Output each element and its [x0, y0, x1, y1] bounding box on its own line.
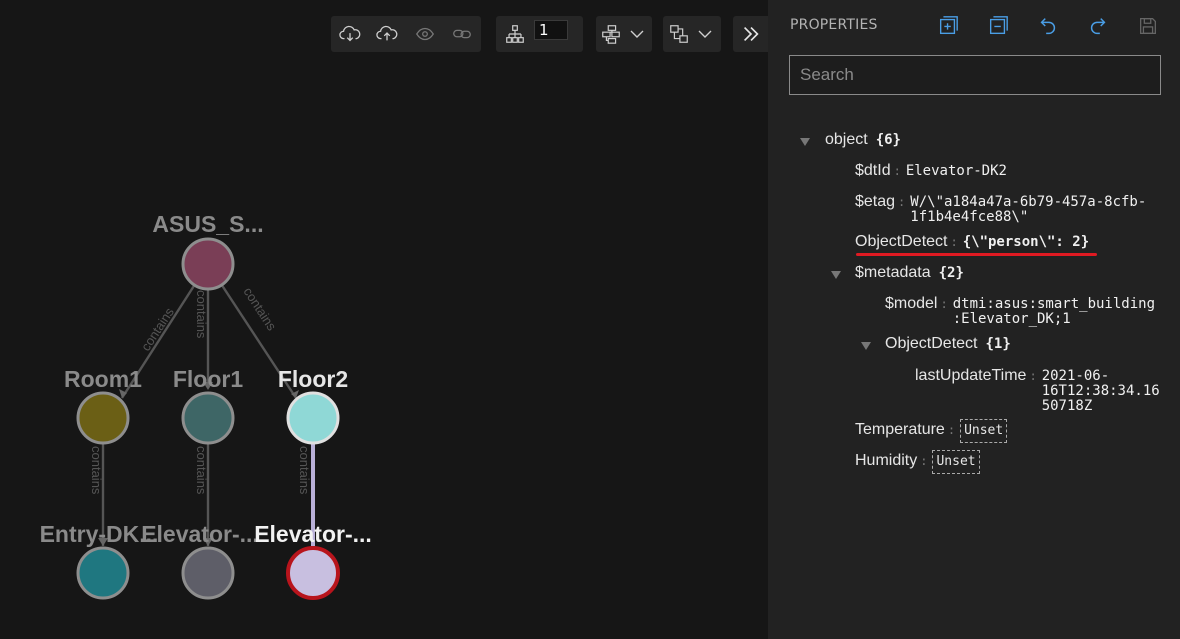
- highlight-underline: [856, 253, 1097, 256]
- redo-button[interactable]: [1073, 13, 1123, 39]
- undo-button[interactable]: [1023, 13, 1073, 39]
- graph-canvas[interactable]: contains contains contains contains cont…: [0, 0, 768, 639]
- property-key: lastUpdateTime: [915, 367, 1027, 384]
- property-value[interactable]: {\"person\": 2}: [963, 235, 1089, 250]
- properties-panel: PROPERTIES object {6} $dtId : Elevator-: [768, 0, 1180, 639]
- node-floor1[interactable]: Floor1: [173, 366, 243, 445]
- redo-icon: [1090, 18, 1106, 35]
- node-elevator2-selected[interactable]: Elevator-...: [254, 521, 372, 600]
- node-floor2[interactable]: Floor2: [278, 366, 348, 445]
- save-button[interactable]: [1123, 13, 1173, 39]
- property-value: Elevator-DK2: [905, 163, 1007, 179]
- edge-label: contains: [297, 446, 312, 495]
- properties-search-input[interactable]: [789, 55, 1161, 95]
- caret-down-icon[interactable]: [831, 271, 841, 279]
- tree-node-object[interactable]: object {6}: [825, 131, 901, 149]
- unset-value-button[interactable]: Unset: [932, 450, 980, 474]
- property-key: ObjectDetect: [885, 335, 978, 352]
- node-root[interactable]: ASUS_S...: [152, 211, 264, 291]
- property-count: {1}: [985, 336, 1011, 352]
- tree-node-metadata[interactable]: $metadata {2}: [855, 264, 964, 282]
- property-key: ObjectDetect: [855, 233, 948, 250]
- collapse-all-icon: [989, 16, 1008, 35]
- node-label: Elevator-...: [254, 521, 372, 547]
- node-label: Elevator-...: [141, 521, 259, 547]
- twin-graph: contains contains contains contains cont…: [40, 211, 372, 600]
- panel-title: PROPERTIES: [790, 17, 878, 33]
- colon: :: [920, 454, 928, 468]
- property-objectdetect[interactable]: ObjectDetect : {\"person\": 2}: [855, 233, 1089, 251]
- property-key: $dtId: [855, 162, 891, 179]
- property-dtid: $dtId : Elevator-DK2: [855, 162, 1007, 180]
- edge-label: contains: [240, 284, 279, 333]
- save-icon: [1140, 18, 1156, 34]
- expand-all-button[interactable]: [923, 13, 973, 39]
- collapse-all-button[interactable]: [973, 13, 1023, 39]
- property-key: $model: [885, 295, 938, 312]
- tree-node-metadata-objectdetect[interactable]: ObjectDetect {1}: [885, 335, 1011, 353]
- property-value: dtmi:asus:smart_building :Elevator_DK;1: [952, 296, 1156, 327]
- node-room1[interactable]: Room1: [64, 366, 142, 445]
- node-label: ASUS_S...: [152, 211, 263, 237]
- unset-value-button[interactable]: Unset: [960, 419, 1008, 443]
- property-key: Humidity: [855, 452, 918, 469]
- property-key: object: [825, 131, 868, 148]
- edge-label: contains: [194, 446, 209, 495]
- node-elevator1[interactable]: Elevator-...: [141, 521, 259, 600]
- edge-label: contains: [194, 290, 209, 339]
- property-count: {6}: [875, 132, 901, 148]
- colon: :: [898, 195, 906, 209]
- node-label: Floor1: [173, 366, 243, 392]
- edge-label: contains: [89, 446, 104, 495]
- colon: :: [1029, 369, 1037, 383]
- node-label: Room1: [64, 366, 142, 392]
- edge-label: contains: [138, 304, 177, 353]
- property-count: {2}: [938, 265, 964, 281]
- expand-all-icon: [939, 16, 958, 35]
- colon: :: [947, 423, 956, 437]
- colon: :: [893, 164, 901, 178]
- property-value: W/\"a184a47a-6b79-457a-8cfb- 1f1b4e4fce8…: [910, 194, 1147, 225]
- colon: :: [950, 235, 958, 249]
- property-etag: $etag : W/\"a184a47a-6b79-457a-8cfb- 1f1…: [855, 193, 1146, 225]
- property-key: $etag: [855, 193, 896, 210]
- property-value: 2021-06- 16T12:38:34.16 50718Z: [1041, 368, 1160, 414]
- properties-actions: [923, 13, 1173, 39]
- property-temperature: Temperature : Unset: [855, 419, 1008, 443]
- undo-icon: [1040, 18, 1056, 35]
- colon: :: [940, 297, 948, 311]
- caret-down-icon[interactable]: [800, 138, 810, 146]
- property-key: Temperature: [855, 421, 945, 438]
- caret-down-icon[interactable]: [861, 342, 871, 350]
- property-model: $model : dtmi:asus:smart_building :Eleva…: [885, 295, 1155, 327]
- property-humidity: Humidity : Unset: [855, 450, 980, 474]
- property-key: $metadata: [855, 264, 931, 281]
- node-label: Floor2: [278, 366, 348, 392]
- property-lastupdatetime: lastUpdateTime : 2021-06- 16T12:38:34.16…: [915, 367, 1160, 414]
